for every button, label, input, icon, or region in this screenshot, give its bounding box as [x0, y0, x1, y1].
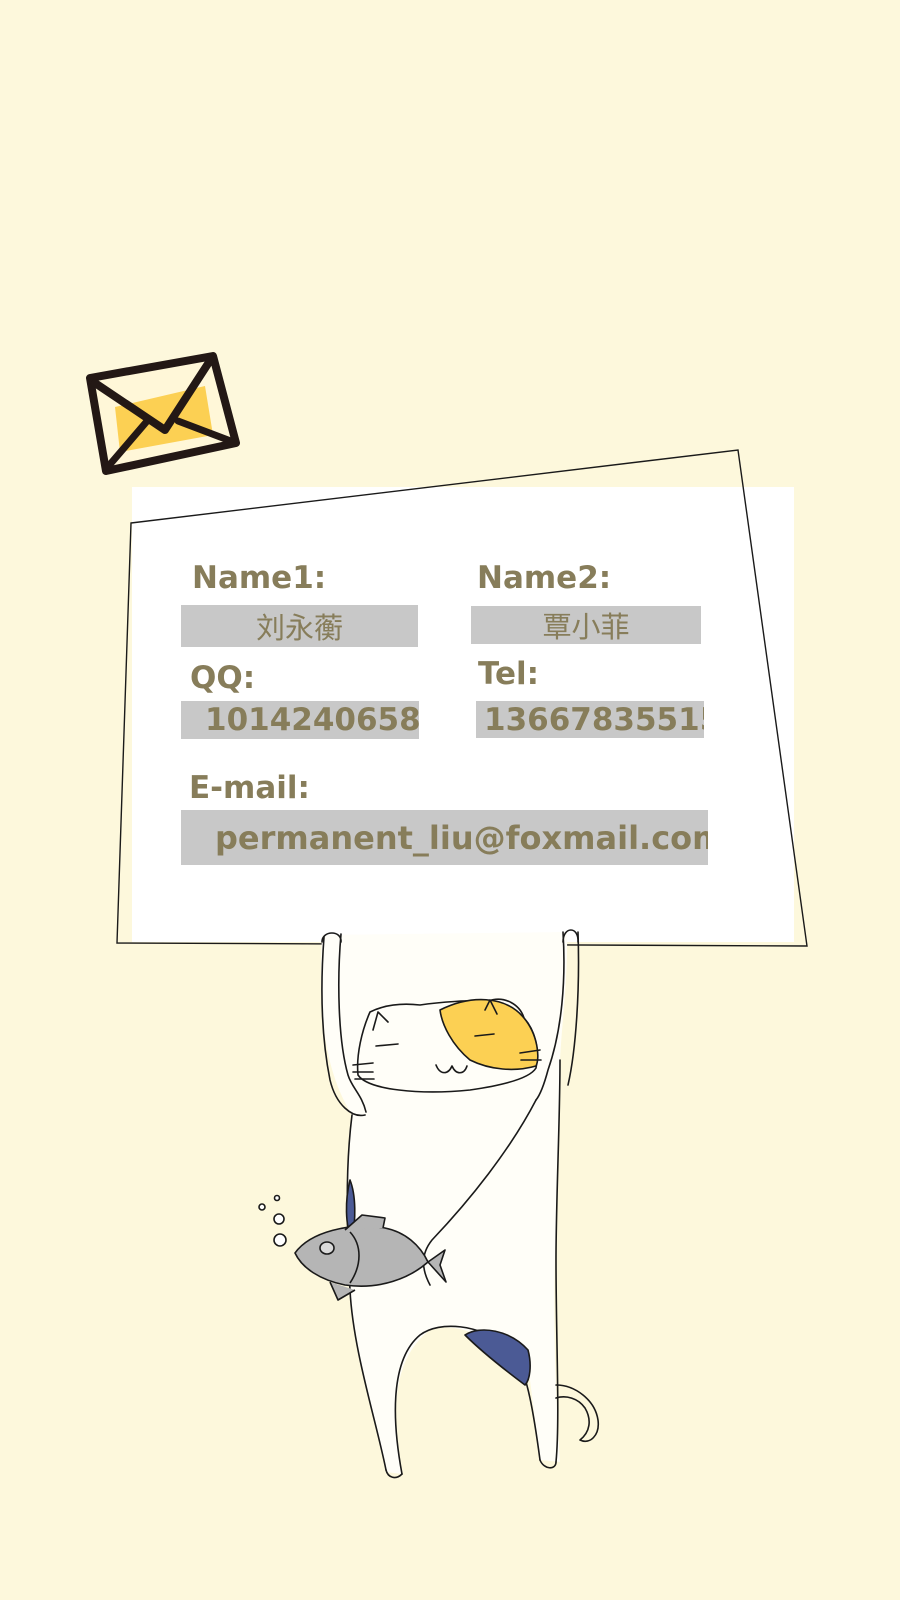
tel-value: 13667835515	[476, 701, 704, 738]
tel-label: Tel:	[478, 656, 540, 692]
name2-value: 覃小菲	[471, 606, 701, 644]
name1-label: Name1:	[192, 560, 327, 596]
name2-label: Name2:	[477, 560, 612, 596]
name1-value: 刘永蘅	[181, 605, 418, 647]
contact-card: Name1: 刘永蘅 Name2: 覃小菲 QQ: 1014240658 Tel…	[0, 0, 900, 1600]
qq-value: 1014240658	[181, 701, 419, 739]
qq-label: QQ:	[190, 660, 256, 696]
email-label: E-mail:	[189, 770, 310, 806]
email-value: permanent_liu@foxmail.com	[181, 810, 708, 865]
